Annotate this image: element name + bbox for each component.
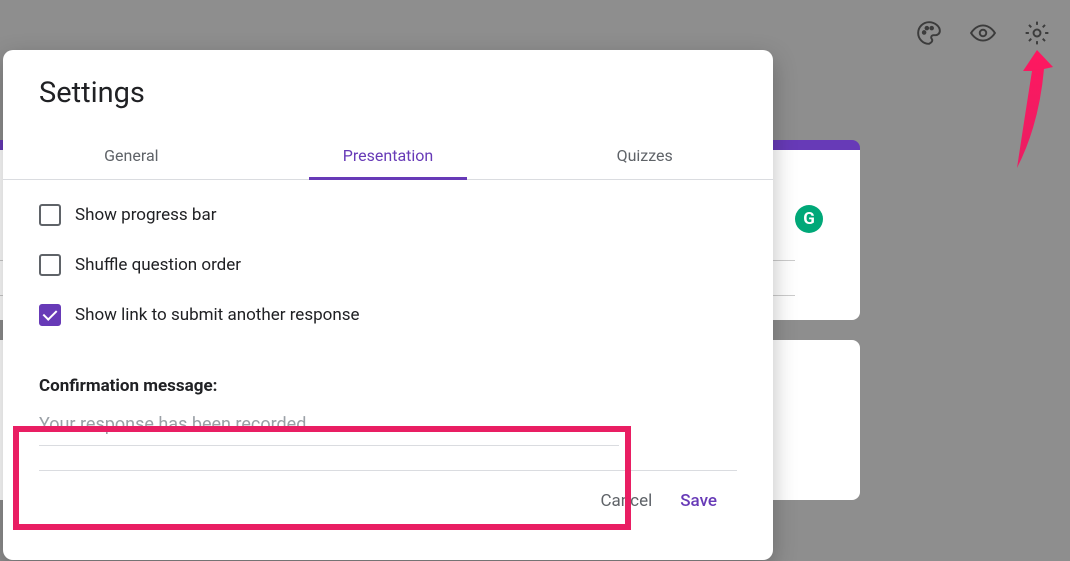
option-label: Show progress bar	[75, 205, 216, 225]
cancel-button[interactable]: Cancel	[600, 491, 652, 511]
option-label: Show link to submit another response	[75, 305, 360, 325]
confirmation-section: Confirmation message:	[3, 362, 773, 446]
tab-general[interactable]: General	[3, 132, 260, 179]
palette-icon[interactable]	[916, 20, 942, 46]
dialog-actions: Cancel Save	[3, 471, 773, 511]
tab-quizzes[interactable]: Quizzes	[516, 132, 773, 179]
top-toolbar	[916, 20, 1050, 46]
gear-icon[interactable]	[1024, 20, 1050, 46]
save-button[interactable]: Save	[680, 491, 717, 511]
grammarly-badge[interactable]: G	[795, 205, 823, 233]
tab-presentation[interactable]: Presentation	[260, 132, 517, 179]
submit-another-checkbox[interactable]	[39, 304, 61, 326]
option-row: Show link to submit another response	[39, 304, 737, 326]
dialog-title: Settings	[3, 76, 773, 132]
settings-dialog: Settings General Presentation Quizzes Sh…	[3, 50, 773, 560]
shuffle-checkbox[interactable]	[39, 254, 61, 276]
option-label: Shuffle question order	[75, 255, 241, 275]
eye-icon[interactable]	[970, 20, 996, 46]
confirmation-input[interactable]	[39, 412, 619, 446]
confirmation-label: Confirmation message:	[39, 376, 737, 396]
progress-bar-checkbox[interactable]	[39, 204, 61, 226]
options-panel: Show progress bar Shuffle question order…	[3, 180, 773, 362]
option-row: Show progress bar	[39, 204, 737, 226]
annotation-arrow	[995, 45, 1065, 175]
tab-bar: General Presentation Quizzes	[3, 132, 773, 180]
option-row: Shuffle question order	[39, 254, 737, 276]
